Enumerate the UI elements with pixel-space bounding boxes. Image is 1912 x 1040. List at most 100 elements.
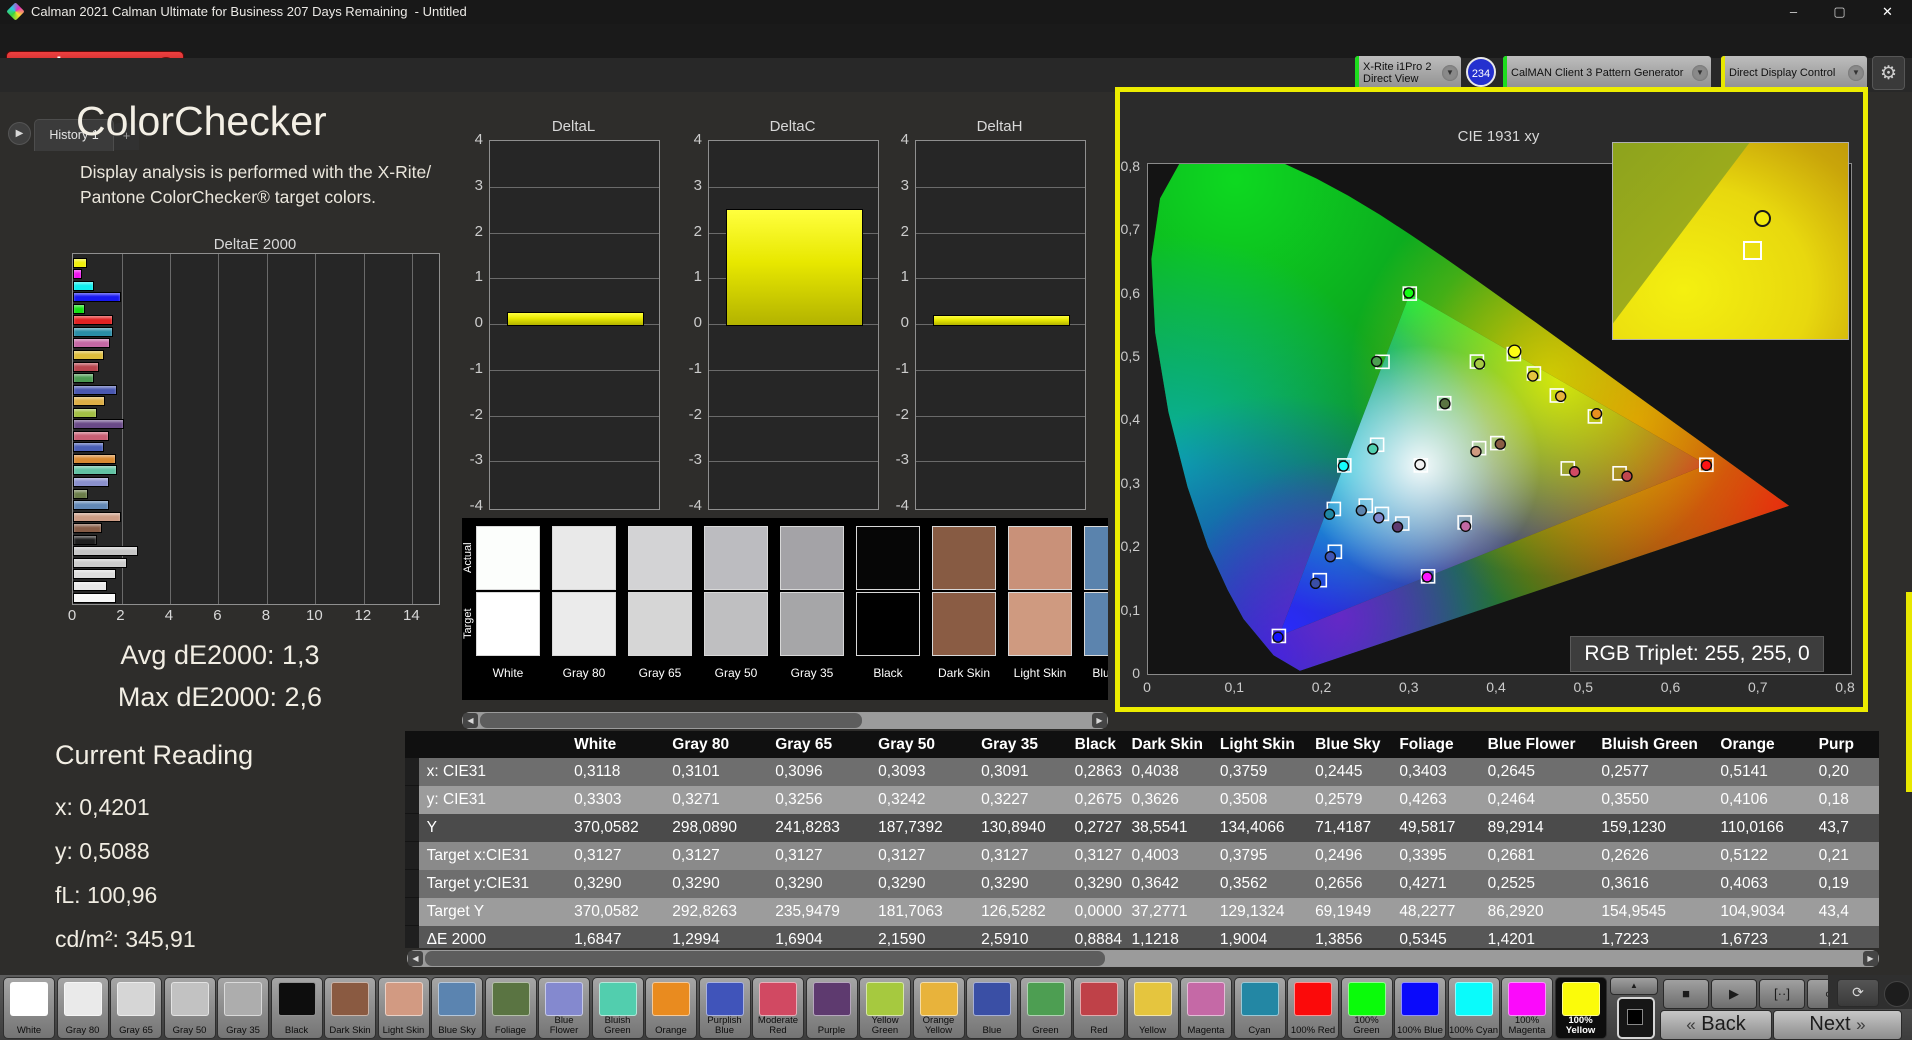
pattern-tile-100-blue[interactable]: 100% Blue <box>1394 977 1446 1039</box>
pattern-tile-label: Yellow <box>1138 1025 1167 1036</box>
deltae-bar-moderate-red <box>73 430 109 441</box>
gridline--3 <box>490 461 659 463</box>
pattern-tile-100-green[interactable]: 100% Green <box>1340 977 1393 1039</box>
scrollbar-thumb[interactable] <box>480 713 862 728</box>
table-cell: 0,21 <box>1810 841 1879 870</box>
pattern-tile-blue-flower[interactable]: Blue Flower <box>538 977 590 1039</box>
table-cell: 0,3290 <box>870 869 974 898</box>
gridline-1 <box>916 278 1085 280</box>
record-circle-button[interactable] <box>1884 981 1910 1007</box>
pattern-tile-gray-50[interactable]: Gray 50 <box>163 977 216 1039</box>
pattern-tile-bluish-green[interactable]: Bluish Green <box>591 977 644 1039</box>
pattern-tile-white[interactable]: White <box>3 977 55 1039</box>
pattern-generator-dropdown[interactable]: CalMAN Client 3 Pattern Generator ▼ <box>1503 56 1711 90</box>
table-cell: 1,3856 <box>1307 925 1392 948</box>
table-cell: 0,4063 <box>1712 869 1811 898</box>
cie-y-tick-0,7: 0,7 <box>1120 221 1140 238</box>
table-cell: 1,6904 <box>767 925 871 948</box>
pattern-tile-label: Purplish Blue <box>707 1015 742 1036</box>
scroll-right-icon[interactable]: ▶ <box>1863 951 1878 966</box>
table-cell: 1,1218 <box>1123 925 1212 948</box>
table-cell: 0,8884 <box>1066 925 1124 948</box>
maximize-button[interactable]: ▢ <box>1817 0 1862 24</box>
pattern-tile-magenta[interactable]: Magenta <box>1180 977 1232 1039</box>
cie-x-tick-0,4: 0,4 <box>1486 679 1506 695</box>
cie-y-tick-0,6: 0,6 <box>1120 284 1140 301</box>
actual-swatch-gray-50 <box>704 526 768 590</box>
scrollbar-thumb[interactable] <box>425 951 1105 966</box>
column-header-blue-flower: Blue Flower <box>1479 731 1594 758</box>
pattern-swatch <box>866 982 904 1016</box>
pattern-tile-100-magenta[interactable]: 100% Magenta <box>1501 977 1553 1039</box>
x-tick-4: 4 <box>164 607 174 624</box>
pattern-tile-gray-65[interactable]: Gray 65 <box>110 977 162 1039</box>
meter-dropdown[interactable]: X-Rite i1Pro 2 Direct View ▼ <box>1355 56 1461 90</box>
pattern-tile-blue[interactable]: Blue <box>966 977 1018 1039</box>
table-cell: 0,3118 <box>566 758 665 786</box>
target-swatch-gray-35 <box>780 592 844 656</box>
back-button[interactable]: « Back <box>1660 1010 1772 1040</box>
gridline-12 <box>363 254 365 604</box>
pattern-tile-blue-sky[interactable]: Blue Sky <box>431 977 483 1039</box>
stop-button[interactable]: ■ <box>1663 979 1709 1009</box>
table-cell: 48,2277 <box>1391 897 1480 926</box>
pattern-tile-label: Gray 65 <box>119 1025 153 1036</box>
display-control-dropdown[interactable]: Direct Display Control ▼ <box>1721 56 1867 90</box>
cie-zoom-inset <box>1612 142 1849 340</box>
meter-label: X-Rite i1Pro 2 Direct View <box>1363 61 1432 85</box>
table-cell: 0,3127 <box>1066 841 1124 870</box>
y-tick-4: 4 <box>693 131 702 148</box>
pattern-tile-cyan[interactable]: Cyan <box>1233 977 1286 1039</box>
pattern-tile-yellow[interactable]: Yellow <box>1126 977 1179 1039</box>
close-button[interactable]: ✕ <box>1865 0 1910 24</box>
pattern-tile-label: Light Skin <box>382 1025 425 1036</box>
pattern-tile-red[interactable]: Red <box>1073 977 1125 1039</box>
frame-pattern-button[interactable]: [··] <box>1759 979 1805 1009</box>
settings-gear-button[interactable]: ⚙ <box>1872 56 1905 90</box>
pattern-tile-purple[interactable]: Purple <box>805 977 858 1039</box>
sync-button[interactable]: ⟳ <box>1837 979 1879 1007</box>
deltae-chart-title: DeltaE 2000 <box>213 236 297 253</box>
table-cell: 0,3256 <box>767 785 871 814</box>
pattern-tile-100-yellow[interactable]: 100% Yellow <box>1554 977 1607 1039</box>
pattern-tile-dark-skin[interactable]: Dark Skin <box>324 977 376 1039</box>
pattern-window-button[interactable] <box>1617 997 1655 1039</box>
table-cell: 104,9034 <box>1712 897 1811 926</box>
swatch-strip-scrollbar[interactable]: ◀ ▶ <box>462 712 1108 729</box>
table-cell: 370,0582 <box>566 813 665 842</box>
column-header-gray-80: Gray 80 <box>664 731 768 758</box>
pattern-tile-light-skin[interactable]: Light Skin <box>377 977 430 1039</box>
scroll-left-icon[interactable]: ◀ <box>463 713 478 728</box>
pattern-tile-green[interactable]: Green <box>1019 977 1072 1039</box>
x-tick-12: 12 <box>354 607 372 624</box>
meter-count-badge[interactable]: 234 <box>1466 57 1496 87</box>
pattern-tile-orange-yellow[interactable]: Orange Yellow <box>912 977 965 1039</box>
scroll-right-icon[interactable]: ▶ <box>1092 713 1107 728</box>
pattern-swatch <box>1561 982 1600 1016</box>
pattern-tile-orange[interactable]: Orange <box>645 977 697 1039</box>
pattern-tile-gray-80[interactable]: Gray 80 <box>56 977 109 1039</box>
toolbar-expand-button[interactable]: ▲ <box>1610 977 1658 995</box>
minimize-button[interactable]: – <box>1771 0 1816 24</box>
row-label: x: CIE31 <box>418 758 567 786</box>
table-cell: 0,4271 <box>1391 869 1480 898</box>
table-cell: 0,3562 <box>1211 869 1308 898</box>
play-button[interactable]: ▶ <box>1711 979 1757 1009</box>
scroll-left-icon[interactable]: ◀ <box>408 951 423 966</box>
pattern-tile-yellow-green[interactable]: Yellow Green <box>859 977 911 1039</box>
table-cell: 0,3127 <box>664 841 768 870</box>
y-tick-3: 3 <box>693 176 702 194</box>
pattern-tile-gray-35[interactable]: Gray 35 <box>217 977 269 1039</box>
table-scrollbar[interactable]: ◀ ▶ <box>407 950 1879 967</box>
tab-scroll-button[interactable]: ▶ <box>8 122 31 145</box>
pattern-tile-foliage[interactable]: Foliage <box>484 977 537 1039</box>
pattern-tile-moderate-red[interactable]: Moderate Red <box>752 977 804 1039</box>
pattern-tile-black[interactable]: Black <box>270 977 323 1039</box>
next-button[interactable]: Next » <box>1773 1010 1902 1040</box>
deltae-bar-100-magenta <box>73 269 83 280</box>
pattern-swatch <box>1026 982 1065 1016</box>
pattern-tile-purplish-blue[interactable]: Purplish Blue <box>698 977 751 1039</box>
pattern-tile-100-red[interactable]: 100% Red <box>1287 977 1339 1039</box>
target-swatch-gray-50 <box>704 592 768 656</box>
pattern-tile-100-cyan[interactable]: 100% Cyan <box>1447 977 1500 1039</box>
